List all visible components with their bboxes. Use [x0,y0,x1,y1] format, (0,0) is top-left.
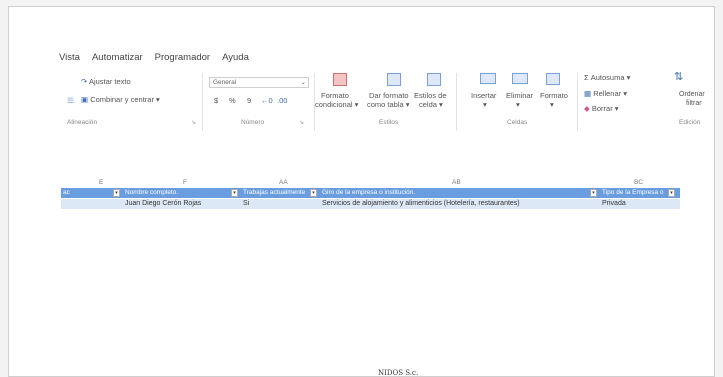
filter-dropdown-icon[interactable]: ▾ [231,189,238,197]
filter-dropdown-icon[interactable]: ▾ [590,189,597,197]
eraser-icon: ◆ [584,104,590,113]
increase-decimal-icon[interactable]: ←0 [261,96,273,105]
cell-styles-button[interactable]: Estilos de [414,91,447,100]
conditional-format-icon [333,73,347,86]
chevron-down-icon[interactable]: ▾ [483,100,487,109]
chevron-down-icon: ⌄ [300,79,306,86]
conditional-format-label: condicional ▾ [315,100,359,109]
sort-filter-button[interactable]: Ordenar [679,91,705,98]
divider [577,73,578,131]
table-row: Juan Diego Cerón Rojas Si Servicios de a… [61,199,680,209]
cell-styles-icon [427,73,441,86]
column-letter[interactable]: AA [279,179,288,186]
header-cell[interactable]: Nombre completo. [123,188,231,198]
fill-icon: ▦ [584,89,592,98]
conditional-format-button[interactable]: Formato [321,91,349,100]
launcher-icon[interactable]: ↘ [191,119,196,126]
ribbon-tabs: Vista Automatizar Programador Ayuda [59,52,249,63]
filter-dropdown-icon[interactable]: ▾ [310,189,317,197]
indent-icon[interactable]: ☰ [67,96,74,105]
filter-dropdown-icon[interactable]: ▾ [113,189,120,197]
wrap-text-button[interactable]: ↷ Ajustar texto [81,77,131,86]
format-cells-icon [546,73,560,85]
fill-button[interactable]: ▦ Rellenar ▾ [584,89,627,98]
tab-automatizar[interactable]: Automatizar [92,52,143,63]
table-cell[interactable]: Juan Diego Cerón Rojas [125,199,201,209]
filter-dropdown-icon[interactable]: ▾ [668,189,675,197]
merge-center-button[interactable]: ▣ Combinar y centrar ▾ [81,95,160,104]
delete-icon [512,73,528,84]
header-cell[interactable]: Trabajas actualmente [241,188,309,198]
column-letter[interactable]: E [99,179,103,186]
column-letter[interactable]: F [183,179,187,186]
chevron-down-icon[interactable]: ▾ [550,100,554,109]
launcher-icon[interactable]: ↘ [299,119,304,126]
delete-button[interactable]: Eliminar [506,91,533,100]
format-as-table-button[interactable]: Dar formato [369,91,409,100]
sigma-icon: Σ [584,73,589,82]
group-label-alignment: Alineación [67,119,97,126]
header-cell[interactable]: ac [61,188,111,198]
footer-text: NIDOS S.c. [378,369,419,377]
column-letter[interactable]: BC [634,179,643,186]
header-cell[interactable]: Tipo de la Empresa o [600,188,666,198]
format-button[interactable]: Formato [540,91,568,100]
sort-icon: ⇅ [674,71,684,83]
tab-vista[interactable]: Vista [59,52,80,63]
table-cell[interactable]: Si [243,199,249,209]
cell-styles-label: celda ▾ [419,100,443,109]
header-cell[interactable]: Giro de la empresa o institución. [320,188,590,198]
format-as-table-label: como tabla ▾ [367,100,410,109]
group-label-editing: Edición [679,119,701,126]
table-cell[interactable]: Servicios de alojamiento y alimenticios … [322,199,520,209]
wrap-text-icon: ↷ [81,77,88,86]
group-label-styles: Estilos [379,119,399,126]
table-cell[interactable]: Privada [602,199,626,209]
insert-icon [480,73,496,84]
comma-button[interactable]: 9 [247,96,251,105]
group-label-cells: Celdas [507,119,528,126]
currency-button[interactable]: $ [214,96,218,105]
number-format-select[interactable]: General ⌄ [209,77,309,88]
tab-programador[interactable]: Programador [155,52,210,63]
insert-button[interactable]: Insertar [471,91,496,100]
chevron-down-icon[interactable]: ▾ [516,100,520,109]
divider [202,73,203,131]
decrease-decimal-icon[interactable]: .00 [277,96,287,105]
excel-window: Vista Automatizar Programador Ayuda ↷ Aj… [8,6,715,377]
table-format-icon [387,73,401,86]
clear-button[interactable]: ◆ Borrar ▾ [584,104,619,113]
column-letter[interactable]: AB [452,179,461,186]
sort-filter-label: filtrar [686,100,702,107]
autosum-button[interactable]: Σ Autosuma ▾ [584,73,630,82]
merge-icon: ▣ [81,95,89,104]
group-label-number: Número [241,119,265,126]
table-header-row: ac ▾ Nombre completo. ▾ Trabajas actualm… [61,188,680,198]
percent-button[interactable]: % [229,96,236,105]
divider [456,73,457,131]
tab-ayuda[interactable]: Ayuda [222,52,249,63]
